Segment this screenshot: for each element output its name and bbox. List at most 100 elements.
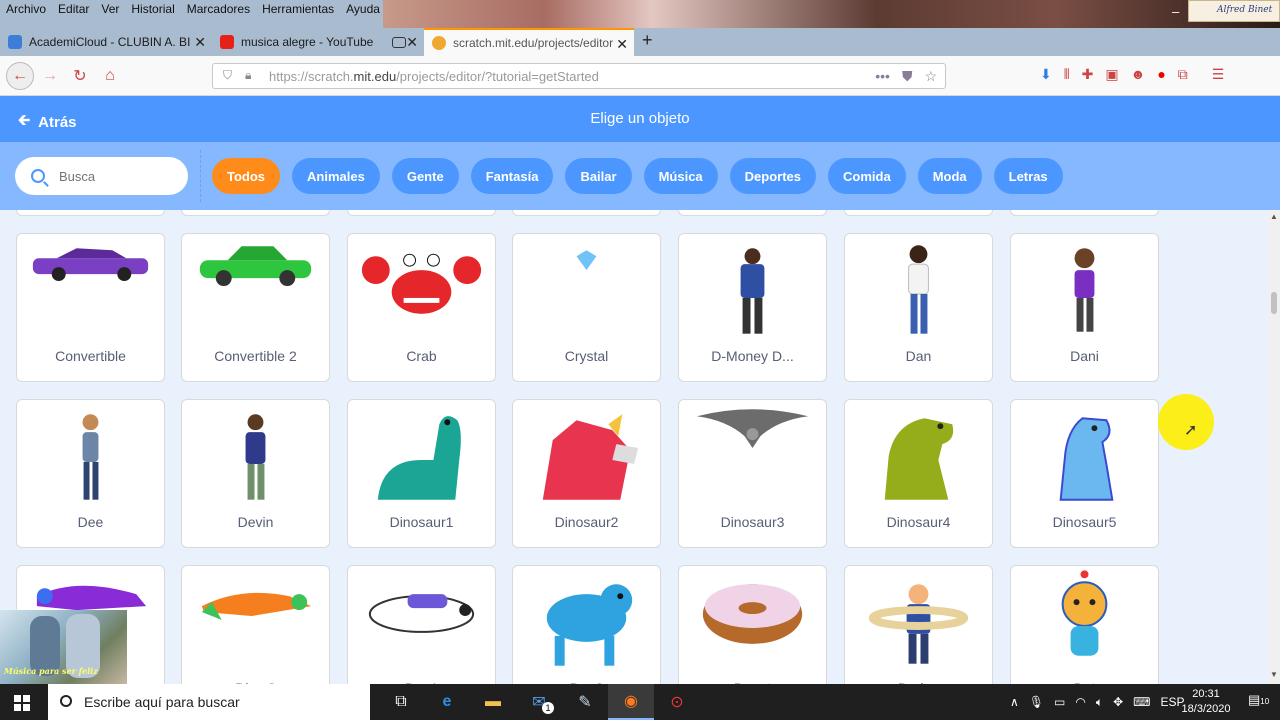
sprite-card[interactable]: Convertible	[16, 233, 165, 382]
sprite-card[interactable]: Dinosaur2	[512, 399, 661, 548]
sprite-card[interactable]: Devin	[181, 399, 330, 548]
sprite-card[interactable]: Dinosaur4	[844, 399, 993, 548]
account-icon[interactable]: ☻	[1131, 66, 1146, 83]
forward-button[interactable]: →	[38, 64, 62, 88]
sidebar-icon[interactable]: ▣	[1105, 66, 1118, 83]
tab-scratch[interactable]: scratch.mit.edu/projects/editor ✕	[424, 28, 634, 56]
recorder-icon[interactable]: ⊙	[654, 684, 700, 720]
sprite-card[interactable]: Dan	[844, 233, 993, 382]
close-icon[interactable]: ✕	[616, 36, 628, 53]
volume-icon[interactable]: 🔈︎	[1096, 695, 1103, 710]
sprite-card[interactable]: Donut	[678, 565, 827, 684]
sprite-thumbnail	[546, 584, 633, 666]
url-bar[interactable]: ⛉ 🔒︎ https://scratch.mit.edu/projects/ed…	[212, 63, 946, 89]
paint-icon[interactable]: ✎	[562, 684, 608, 720]
taskbar-search[interactable]: Escribe aquí para buscar	[48, 684, 370, 720]
battery-icon[interactable]: ▭	[1054, 695, 1065, 709]
category-chip-música[interactable]: Música	[643, 158, 718, 194]
sprite-card[interactable]: Diver2	[181, 565, 330, 684]
category-chip-fantasía[interactable]: Fantasía	[470, 158, 554, 194]
menu-item-marcadores[interactable]: Marcadores	[181, 2, 256, 16]
sprite-thumbnail	[1061, 570, 1108, 656]
shield-icon: ⛉	[223, 68, 233, 82]
tab-picture-in-picture[interactable]: ✕	[384, 28, 424, 56]
category-chip-todos[interactable]: Todos	[212, 158, 281, 194]
sprite-card[interactable]	[512, 210, 661, 216]
scroll-thumb[interactable]	[1271, 292, 1277, 314]
menu-item-herramientas[interactable]: Herramientas	[256, 2, 340, 16]
record-icon[interactable]: ●	[1157, 66, 1165, 83]
sprite-card[interactable]: Dani	[1010, 233, 1159, 382]
sprite-thumbnail	[696, 409, 809, 449]
scroll-down-icon[interactable]: ▼	[1270, 670, 1278, 679]
download-icon[interactable]: ⬇	[1040, 66, 1052, 83]
category-chip-moda[interactable]: Moda	[917, 158, 982, 194]
chevron-up-icon[interactable]: ∧	[1010, 695, 1019, 709]
menu-item-historial[interactable]: Historial	[125, 2, 180, 16]
task-view-icon[interactable]: ⧉	[378, 684, 424, 720]
folder-icon[interactable]: ▬	[470, 684, 516, 720]
microphone-icon[interactable]: 🎙︎	[1029, 695, 1044, 709]
search-input[interactable]	[59, 168, 169, 184]
menu-item-editar[interactable]: Editar	[52, 2, 95, 16]
star-icon[interactable]: ☆	[924, 68, 937, 85]
notification-icon[interactable]: ▤10	[1248, 692, 1269, 708]
scrollbar[interactable]: ▲ ▼	[1268, 210, 1280, 684]
home-button[interactable]: ⌂	[98, 64, 122, 88]
back-button[interactable]: ←	[6, 62, 34, 90]
search-box[interactable]	[15, 157, 188, 195]
close-icon[interactable]: ✕	[194, 34, 206, 51]
firefox-icon[interactable]: ◉	[608, 684, 654, 720]
tab-academicloud[interactable]: AcademiCloud - CLUBIN A. BI ✕	[0, 28, 212, 56]
sprite-card[interactable]: Dinosaur1	[347, 399, 496, 548]
category-chip-comida[interactable]: Comida	[828, 158, 906, 194]
sprite-card[interactable]: Dorian	[844, 565, 993, 684]
mouse-pointer-icon: ➚	[1184, 422, 1198, 439]
menu-item-archivo[interactable]: Archivo	[0, 2, 52, 16]
close-icon[interactable]: ✕	[406, 34, 418, 51]
sprite-card[interactable]: Dee	[16, 399, 165, 548]
windows-start-icon[interactable]	[14, 695, 30, 711]
category-chip-bailar[interactable]: Bailar	[565, 158, 632, 194]
clock[interactable]: 20:31 18/3/2020	[1180, 687, 1232, 717]
more-icon[interactable]: •••	[875, 68, 890, 85]
dropbox-icon[interactable]: ✥	[1113, 695, 1123, 709]
menu-item-ayuda[interactable]: Ayuda	[340, 2, 386, 16]
wifi-icon[interactable]: ◠	[1075, 695, 1085, 709]
sprite-card[interactable]: Dog1	[347, 565, 496, 684]
sprite-card[interactable]: Dot	[1010, 565, 1159, 684]
reload-button[interactable]: ↻	[68, 64, 92, 88]
extension-icon[interactable]: ✚	[1082, 66, 1094, 83]
sprite-card[interactable]	[1010, 210, 1159, 216]
minimize-icon[interactable]: –	[1172, 4, 1179, 19]
sprite-card[interactable]: Dog2	[512, 565, 661, 684]
category-chip-animales[interactable]: Animales	[292, 158, 380, 194]
keyboard-icon[interactable]: ⌨	[1133, 695, 1150, 709]
category-chip-gente[interactable]: Gente	[391, 158, 459, 194]
sprite-card[interactable]: Crab	[347, 233, 496, 382]
tab-youtube[interactable]: musica alegre - YouTube	[212, 28, 384, 56]
back-to-editor-button[interactable]: 🡰 Atrás	[18, 110, 77, 135]
sprite-card[interactable]	[678, 210, 827, 216]
menu-item-ver[interactable]: Ver	[95, 2, 125, 16]
clock-date: 18/3/2020	[1181, 703, 1231, 715]
hamburger-menu-icon[interactable]: ☰	[1212, 66, 1225, 83]
sprite-card[interactable]: Dinosaur5	[1010, 399, 1159, 548]
sprite-card[interactable]: D-Money D...	[678, 233, 827, 382]
sprite-card[interactable]: Crystal	[512, 233, 661, 382]
scroll-up-icon[interactable]: ▲	[1270, 212, 1278, 221]
new-tab-button[interactable]: +	[642, 30, 653, 51]
category-chip-letras[interactable]: Letras	[993, 158, 1063, 194]
screenshot-icon[interactable]: ⧉	[1178, 66, 1188, 83]
sprite-card[interactable]	[844, 210, 993, 216]
category-chip-deportes[interactable]: Deportes	[729, 158, 817, 194]
pocket-icon[interactable]: ⛊	[902, 68, 913, 85]
sprite-card[interactable]: Convertible 2	[181, 233, 330, 382]
mail-icon[interactable]: ✉ 1	[516, 684, 562, 720]
edge-icon[interactable]: e	[424, 684, 470, 720]
sprite-card[interactable]: Dinosaur3	[678, 399, 827, 548]
sprite-card[interactable]	[347, 210, 496, 216]
sprite-card[interactable]	[181, 210, 330, 216]
sprite-card[interactable]	[16, 210, 165, 216]
library-icon[interactable]: ⫴	[1064, 66, 1070, 83]
